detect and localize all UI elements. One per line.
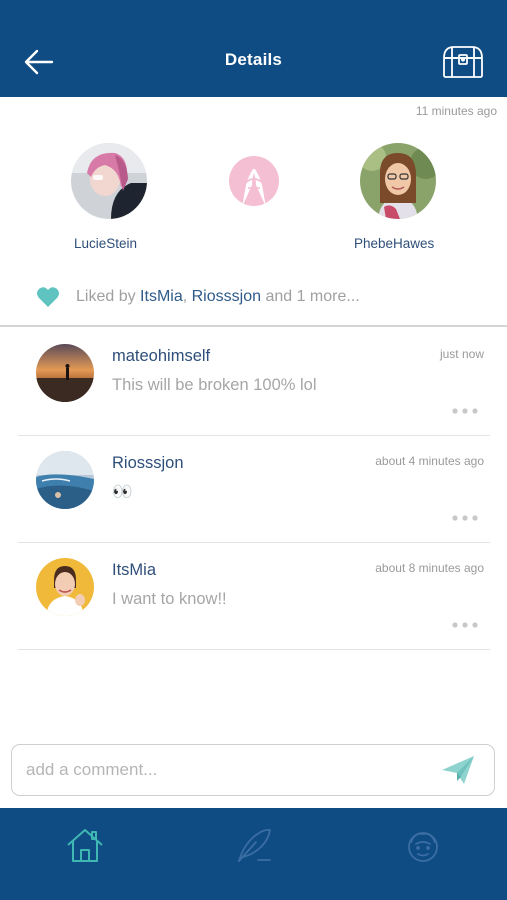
feather-pen-icon — [238, 828, 271, 862]
comment-input[interactable] — [24, 755, 428, 785]
heart-icon[interactable] — [36, 286, 60, 308]
pinky-promise-icon — [229, 156, 279, 207]
send-button[interactable] — [440, 754, 476, 786]
likes-summary: Liked by ItsMia, Riosssjon and 1 more... — [36, 286, 360, 308]
avatar-photo — [360, 143, 436, 219]
comment-text: 👀 — [112, 483, 133, 501]
comment-item: Riosssjon about 4 minutes ago 👀 — [18, 436, 490, 543]
likes-separator: , — [182, 288, 188, 305]
treasure-chest-icon — [443, 46, 483, 78]
nav-write-button[interactable] — [234, 826, 274, 866]
avatar-riosssjon[interactable] — [36, 451, 94, 509]
left-user-name[interactable]: LucieStein — [74, 236, 137, 251]
more-options-icon[interactable] — [450, 405, 480, 417]
pinky-promise-badge — [228, 155, 280, 207]
nav-home-button[interactable] — [65, 826, 105, 866]
comment-timestamp: just now — [439, 347, 484, 361]
avatar-phebehawes[interactable] — [360, 143, 436, 219]
top-bar: Details — [0, 0, 507, 97]
comment-username[interactable]: mateohimself — [112, 347, 210, 366]
home-icon — [67, 829, 103, 862]
avatar-photo — [36, 558, 94, 616]
more-options-icon[interactable] — [450, 619, 480, 631]
post-timestamp: 11 minutes ago — [415, 104, 497, 118]
nav-profile-button[interactable] — [403, 826, 443, 866]
paper-plane-icon — [442, 756, 474, 784]
more-options-icon[interactable] — [450, 512, 480, 524]
comment-item: mateohimself just now This will be broke… — [18, 329, 490, 436]
comment-username[interactable]: Riosssjon — [112, 454, 184, 473]
comment-item: ItsMia about 8 minutes ago I want to kno… — [18, 543, 490, 650]
likes-more-link[interactable]: and 1 more... — [265, 288, 359, 306]
comment-timestamp: about 4 minutes ago — [375, 454, 484, 468]
avatar-photo — [71, 143, 147, 219]
comment-composer — [11, 744, 495, 796]
liked-by-user-link[interactable]: Riosssjon — [192, 288, 261, 306]
avatar-photo — [36, 451, 94, 509]
avatar-itsmia[interactable] — [36, 558, 94, 616]
right-user-name[interactable]: PhebeHawes — [354, 236, 434, 251]
avatar-luciestein[interactable] — [71, 143, 147, 219]
page-title: Details — [224, 50, 283, 69]
likes-prefix: Liked by — [76, 288, 136, 305]
avatar-photo — [36, 344, 94, 402]
comment-username[interactable]: ItsMia — [112, 561, 156, 580]
profile-face-icon — [408, 832, 438, 862]
comment-text: This will be broken 100% lol — [112, 376, 317, 394]
comment-text: I want to know!! — [112, 590, 227, 608]
liked-by-user-link[interactable]: ItsMia — [140, 288, 183, 306]
treasure-chest-button[interactable] — [440, 44, 486, 80]
avatar-mateohimself[interactable] — [36, 344, 94, 402]
bottom-nav — [0, 808, 507, 900]
section-divider — [0, 325, 507, 327]
comment-timestamp: about 8 minutes ago — [375, 561, 484, 575]
